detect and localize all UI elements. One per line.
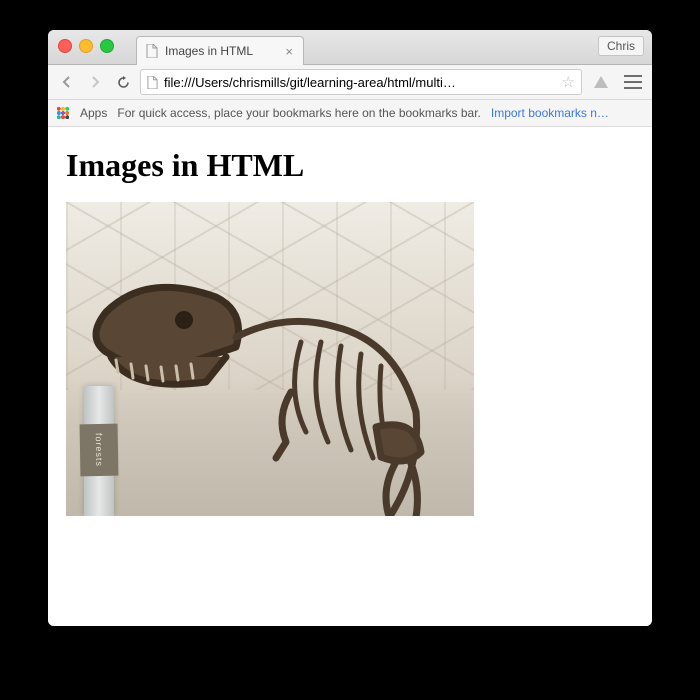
reload-button[interactable] xyxy=(112,71,134,93)
bookmarks-hint: For quick access, place your bookmarks h… xyxy=(117,106,481,120)
import-bookmarks-link[interactable]: Import bookmarks n… xyxy=(491,106,609,120)
back-button[interactable] xyxy=(56,71,78,93)
browser-window: Images in HTML × Chris file:///Users/chr… xyxy=(48,30,652,626)
page-heading: Images in HTML xyxy=(66,147,634,184)
browser-tab[interactable]: Images in HTML × xyxy=(136,36,304,65)
forward-button[interactable] xyxy=(84,71,106,93)
minimize-window-button[interactable] xyxy=(79,39,93,53)
page-icon xyxy=(145,44,159,58)
page-content: Images in HTML forests xyxy=(48,127,652,626)
toolbar: file:///Users/chrismills/git/learning-ar… xyxy=(48,65,652,100)
tab-title: Images in HTML xyxy=(165,44,253,58)
profile-badge[interactable]: Chris xyxy=(598,36,644,56)
hamburger-menu-icon[interactable] xyxy=(624,75,642,89)
content-image: forests xyxy=(66,202,474,516)
titlebar: Images in HTML × Chris xyxy=(48,30,652,65)
address-bar[interactable]: file:///Users/chrismills/git/learning-ar… xyxy=(140,69,582,95)
drive-icon[interactable] xyxy=(594,76,608,88)
bookmark-star-icon[interactable]: ☆ xyxy=(562,73,575,91)
apps-label[interactable]: Apps xyxy=(80,106,107,120)
bookmarks-bar: Apps For quick access, place your bookma… xyxy=(48,100,652,127)
zoom-window-button[interactable] xyxy=(100,39,114,53)
tab-close-button[interactable]: × xyxy=(283,45,295,58)
apps-icon[interactable] xyxy=(56,106,70,120)
page-icon xyxy=(147,76,158,89)
url-text: file:///Users/chrismills/git/learning-ar… xyxy=(164,75,556,90)
window-controls xyxy=(58,39,114,53)
close-window-button[interactable] xyxy=(58,39,72,53)
dinosaur-skeleton-icon xyxy=(76,242,474,516)
